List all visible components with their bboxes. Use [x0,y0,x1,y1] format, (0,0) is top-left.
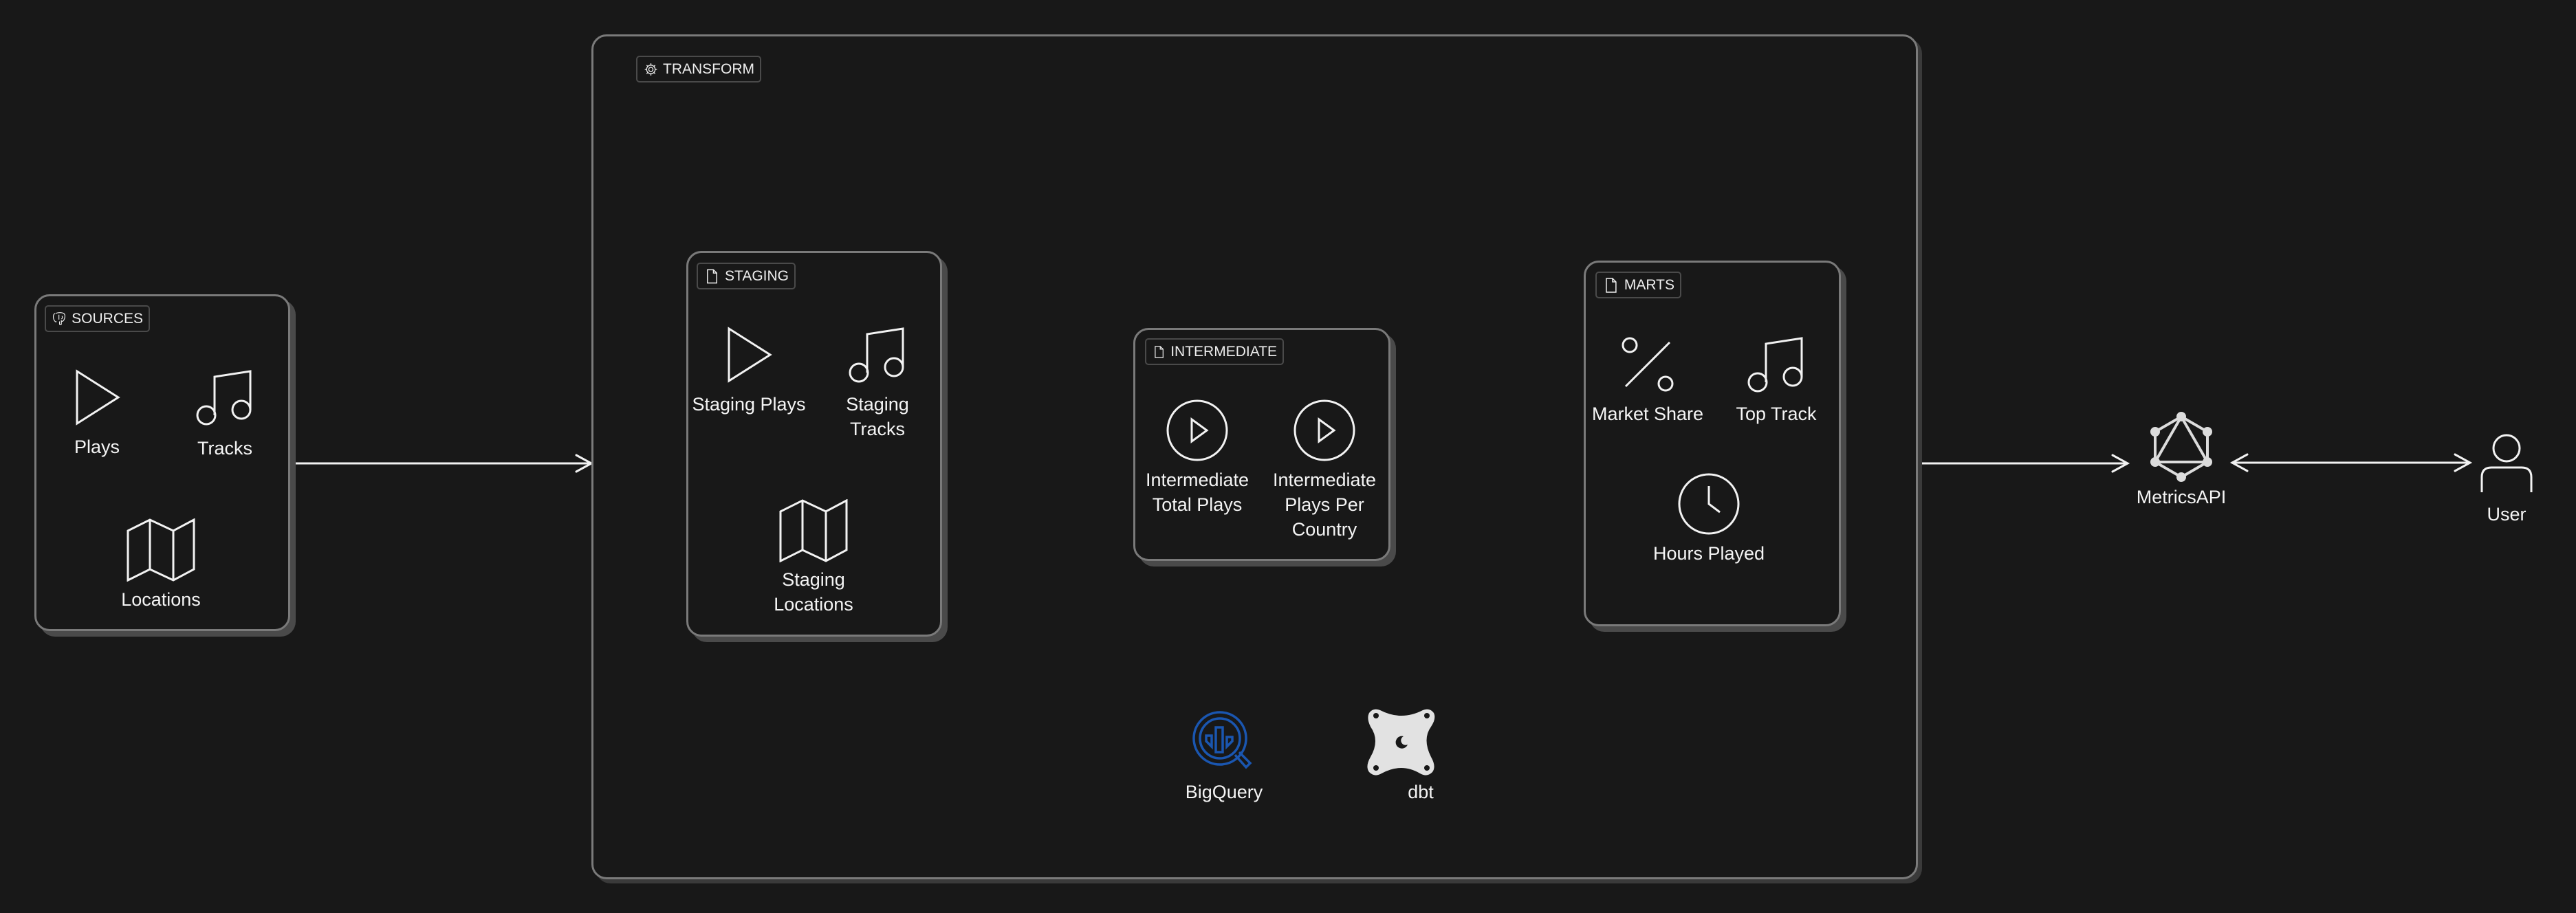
percent-icon [1622,337,1674,392]
music-note-icon [1747,337,1803,393]
user-icon [2480,434,2533,492]
postgres-elephant-icon [52,311,65,325]
play-icon [76,369,120,426]
play-icon [728,327,772,383]
staging-locations-label: Staging Locations [774,569,853,615]
music-note-icon [849,327,904,383]
arrow-transform-to-api [1917,454,2130,473]
play-circle-icon [1166,399,1228,461]
staging-tag: STAGING [697,263,796,289]
play-circle-icon [1294,399,1355,461]
source-plays-label: Plays [74,437,120,457]
source-tracks-label: Tracks [197,438,252,459]
file-icon [1155,345,1164,358]
music-note-icon [196,370,252,426]
arrow-sources-to-transform [291,454,594,473]
intermediate-total-plays-label: Intermediate Total Plays [1145,470,1249,515]
transform-tag-label: TRANSFORM [663,60,754,77]
sources-tag: SOURCES [45,305,150,332]
file-icon [1606,277,1617,293]
staging-tracks-label: Staging Tracks [846,394,909,439]
intermediate-plays-per-country-label: Intermediate Plays Per Country [1272,470,1377,540]
intermediate-tag: INTERMEDIATE [1145,338,1284,365]
sources-tag-label: SOURCES [72,310,143,327]
marts-group [1584,261,1841,626]
bigquery-icon [1192,711,1252,769]
clock-icon [1678,473,1740,535]
metrics-api-label: MetricsAPI [2136,487,2227,507]
bigquery-label: BigQuery [1185,782,1263,802]
source-locations-label: Locations [121,589,201,610]
staging-plays-label: Staging Plays [692,394,806,415]
gear-icon [644,63,657,76]
graphql-icon [2150,412,2212,482]
map-icon [779,499,848,562]
marts-tag: MARTS [1595,272,1681,298]
user-label: User [2487,504,2526,525]
file-icon [707,269,717,283]
transform-tag: TRANSFORM [636,56,761,82]
map-icon [127,518,195,582]
market-share-label: Market Share [1591,404,1704,424]
staging-tag-label: STAGING [725,267,789,284]
hours-played-label: Hours Played [1652,543,1765,564]
marts-tag-label: MARTS [1624,276,1674,293]
top-track-label: Top Track [1736,404,1817,424]
dbt-label: dbt [1408,782,1434,802]
dbt-logo-icon [1367,709,1435,776]
intermediate-tag-label: INTERMEDIATE [1170,343,1277,360]
arrow-api-user-bidirectional [2229,453,2473,472]
